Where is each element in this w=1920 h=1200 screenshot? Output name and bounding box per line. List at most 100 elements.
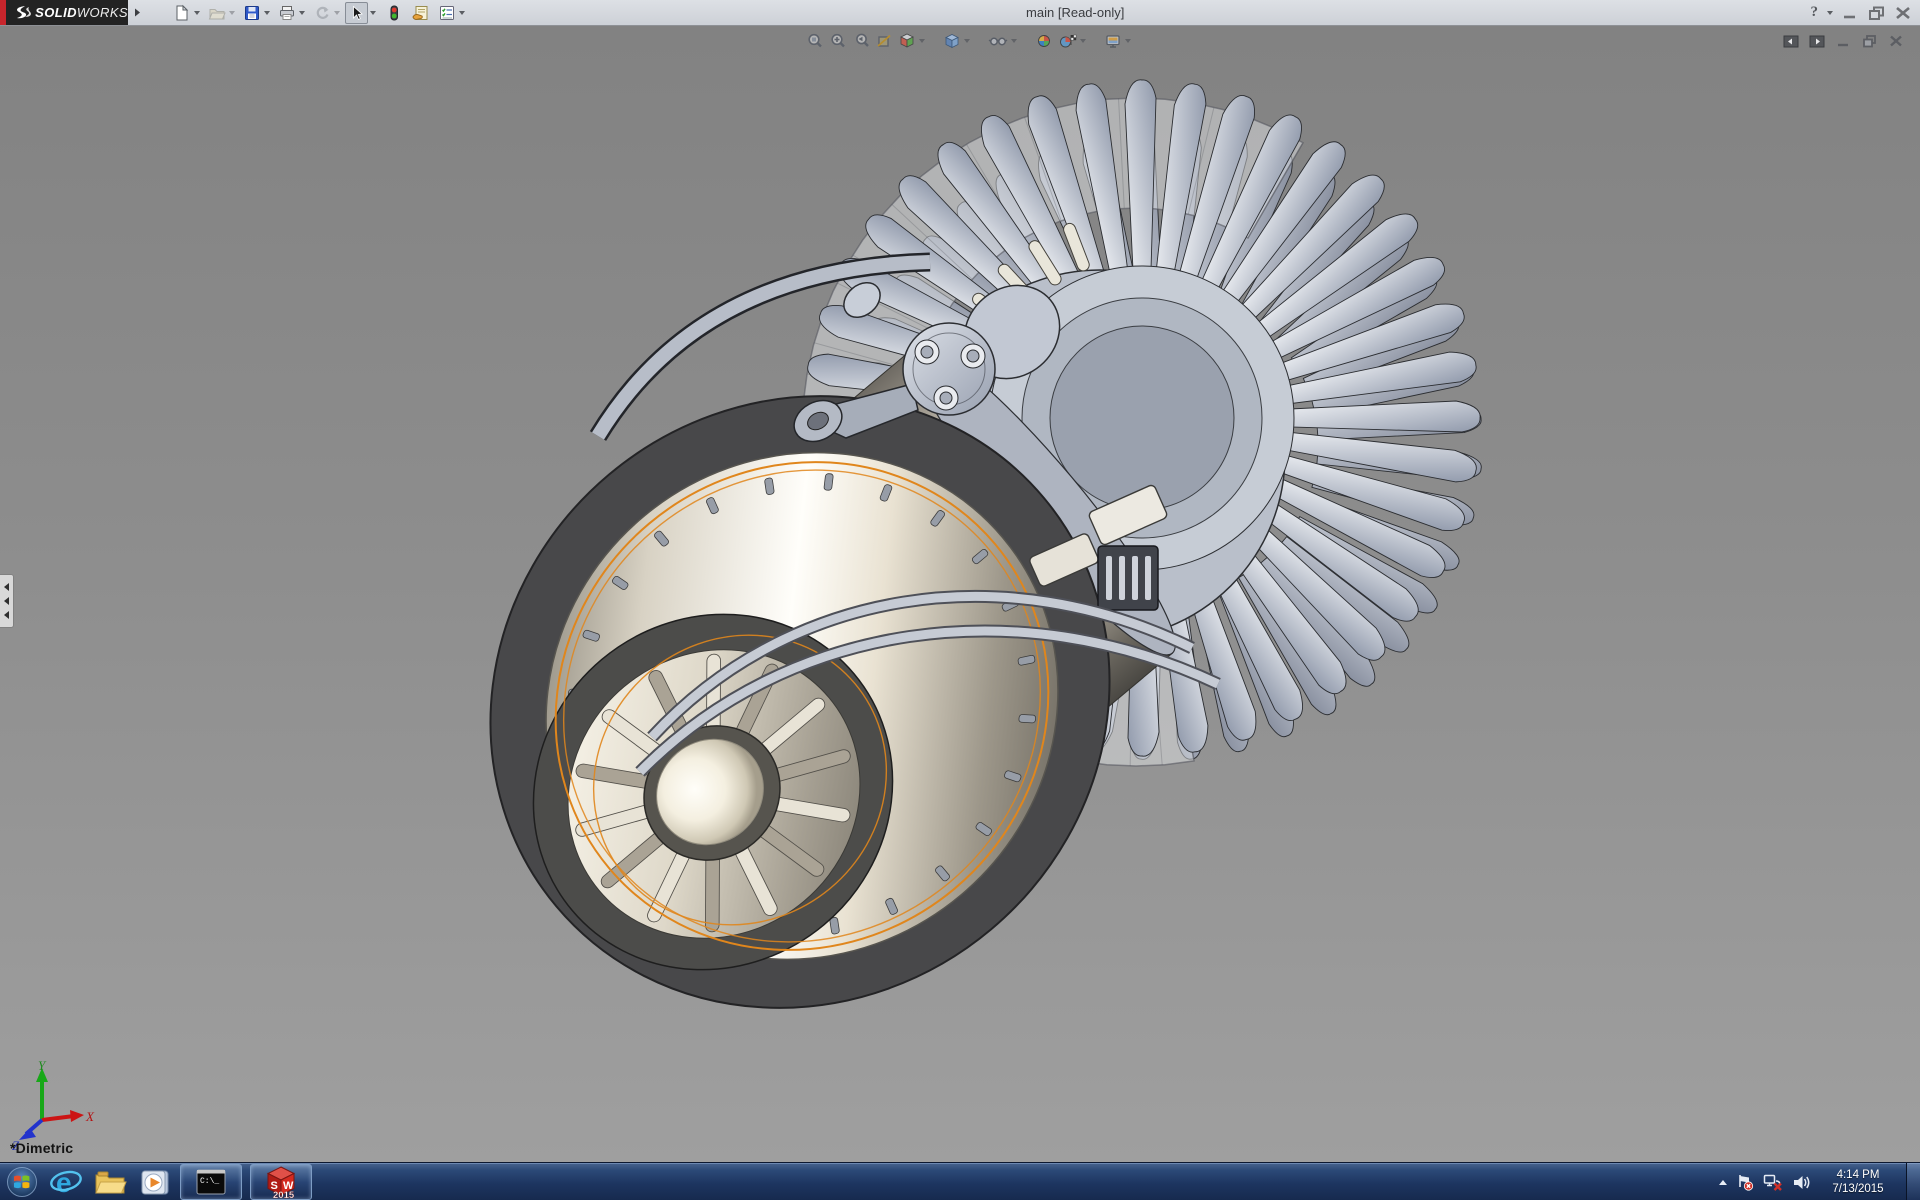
zoom-to-fit-icon xyxy=(806,32,824,50)
previous-view-button[interactable] xyxy=(852,32,870,50)
reference-triad: Y X Z xyxy=(8,1058,98,1150)
start-button[interactable] xyxy=(0,1164,44,1200)
view-orientation-button[interactable] xyxy=(898,32,925,50)
start-orb-icon xyxy=(6,1166,38,1198)
solidworks-2015-icon: S W 2015 xyxy=(263,1165,299,1199)
headsup-view-toolbar xyxy=(806,32,1131,50)
print-icon xyxy=(278,4,296,22)
brand-light: WORKS xyxy=(77,5,128,20)
show-desktop-button[interactable] xyxy=(1906,1163,1920,1200)
view-settings-button[interactable] xyxy=(1104,32,1131,50)
display-style-icon xyxy=(943,32,961,50)
apply-scene-icon xyxy=(1058,32,1077,50)
options-button[interactable] xyxy=(435,2,468,24)
section-view-button[interactable] xyxy=(875,32,893,50)
view-orientation-icon xyxy=(898,32,916,50)
file-properties-button[interactable] xyxy=(408,2,433,24)
open-file-icon xyxy=(208,4,226,22)
main-toolbar xyxy=(170,2,468,24)
windows-taskbar: e C:\_ xyxy=(0,1162,1920,1200)
clock-date: 7/13/2015 xyxy=(1821,1182,1895,1196)
print-button[interactable] xyxy=(275,2,308,24)
print-caret[interactable] xyxy=(299,11,305,15)
brand-text: SOLIDWORKS xyxy=(35,5,128,20)
undo-button[interactable] xyxy=(310,2,343,24)
collapse-arrow-icon xyxy=(4,597,9,605)
new-caret[interactable] xyxy=(194,11,200,15)
taskbar-file-explorer[interactable] xyxy=(88,1164,132,1200)
show-display-pane-button[interactable] xyxy=(1809,35,1825,48)
new-file-icon xyxy=(173,4,191,22)
zoom-to-area-button[interactable] xyxy=(829,32,847,50)
apply-scene-caret[interactable] xyxy=(1080,39,1086,43)
taskbar-media-player[interactable] xyxy=(132,1164,176,1200)
previous-view-icon xyxy=(852,32,870,50)
appearance-ball-icon xyxy=(1035,32,1053,50)
zoom-to-area-icon xyxy=(829,32,847,50)
action-center-icon[interactable] xyxy=(1736,1173,1754,1191)
menu-expand-button[interactable] xyxy=(130,2,144,23)
triad-y-label: Y xyxy=(38,1058,47,1073)
titlebar-right-controls: ? xyxy=(1811,0,1913,25)
close-button[interactable] xyxy=(1894,5,1912,21)
graphics-viewport[interactable]: Y X Z *Dimetric xyxy=(0,26,1920,1162)
edit-appearance-button[interactable] xyxy=(1035,32,1053,50)
zoom-to-fit-button[interactable] xyxy=(806,32,824,50)
help-button[interactable]: ? xyxy=(1811,4,1819,21)
collapse-arrow-icon xyxy=(4,583,9,591)
taskbar-internet-explorer[interactable]: e xyxy=(44,1164,88,1200)
view-settings-icon xyxy=(1104,32,1122,50)
section-view-icon xyxy=(875,32,893,50)
show-hidden-icons-button[interactable] xyxy=(1719,1180,1727,1185)
rebuild-button[interactable] xyxy=(382,2,406,24)
solidworks-window: Y X Z *Dimetric SOLIDWORKS xyxy=(0,0,1920,1200)
doc-restore-button[interactable] xyxy=(1861,34,1878,48)
menu-expand-icon xyxy=(134,8,141,17)
title-bar: SOLIDWORKS xyxy=(0,0,1920,26)
command-prompt-icon: C:\_ xyxy=(196,1169,226,1195)
new-button[interactable] xyxy=(170,2,203,24)
media-player-icon xyxy=(137,1166,171,1198)
solidworks-logo-icon xyxy=(11,4,31,22)
cmd-prompt-text: C:\_ xyxy=(200,1177,219,1186)
collapse-arrow-icon xyxy=(4,611,9,619)
view-orientation-caret[interactable] xyxy=(919,39,925,43)
doc-close-button[interactable] xyxy=(1888,34,1904,48)
select-button[interactable] xyxy=(345,2,368,24)
window-title: main [Read-only] xyxy=(895,0,1255,25)
select-caret[interactable] xyxy=(370,11,376,15)
save-button[interactable] xyxy=(240,2,273,24)
network-status-icon[interactable] xyxy=(1763,1173,1783,1191)
file-properties-icon xyxy=(411,4,430,22)
hide-show-items-caret[interactable] xyxy=(1011,39,1017,43)
display-style-button[interactable] xyxy=(943,32,970,50)
triad-x-label: X xyxy=(85,1109,95,1124)
taskbar-clock[interactable]: 4:14 PM 7/13/2015 xyxy=(1821,1168,1895,1196)
open-caret[interactable] xyxy=(229,11,235,15)
doc-minimize-button[interactable] xyxy=(1835,34,1851,48)
taskbar-solidworks-2015[interactable]: S W 2015 xyxy=(250,1164,312,1200)
open-button[interactable] xyxy=(205,2,238,24)
hide-show-items-button[interactable] xyxy=(988,32,1017,50)
rebuild-traffic-light-icon xyxy=(385,4,403,22)
display-style-caret[interactable] xyxy=(964,39,970,43)
minimize-button[interactable] xyxy=(1841,5,1859,21)
show-feature-pane-button[interactable] xyxy=(1783,35,1799,48)
volume-icon[interactable] xyxy=(1792,1174,1812,1191)
feature-pane-collapse-tab[interactable] xyxy=(0,574,14,628)
restore-button[interactable] xyxy=(1867,5,1886,21)
apply-scene-button[interactable] xyxy=(1058,32,1086,50)
select-cursor-icon xyxy=(348,4,365,22)
clock-time: 4:14 PM xyxy=(1821,1168,1895,1182)
help-caret[interactable] xyxy=(1827,11,1833,15)
system-tray: 4:14 PM 7/13/2015 xyxy=(1719,1163,1920,1200)
undo-caret[interactable] xyxy=(334,11,340,15)
taskbar-command-prompt[interactable]: C:\_ xyxy=(180,1164,242,1200)
glasses-icon xyxy=(988,32,1008,50)
options-icon xyxy=(438,4,456,22)
sw-year-text: 2015 xyxy=(273,1190,295,1199)
view-settings-caret[interactable] xyxy=(1125,39,1131,43)
options-caret[interactable] xyxy=(459,11,465,15)
save-caret[interactable] xyxy=(264,11,270,15)
model-jet-engine[interactable] xyxy=(0,26,1920,1162)
